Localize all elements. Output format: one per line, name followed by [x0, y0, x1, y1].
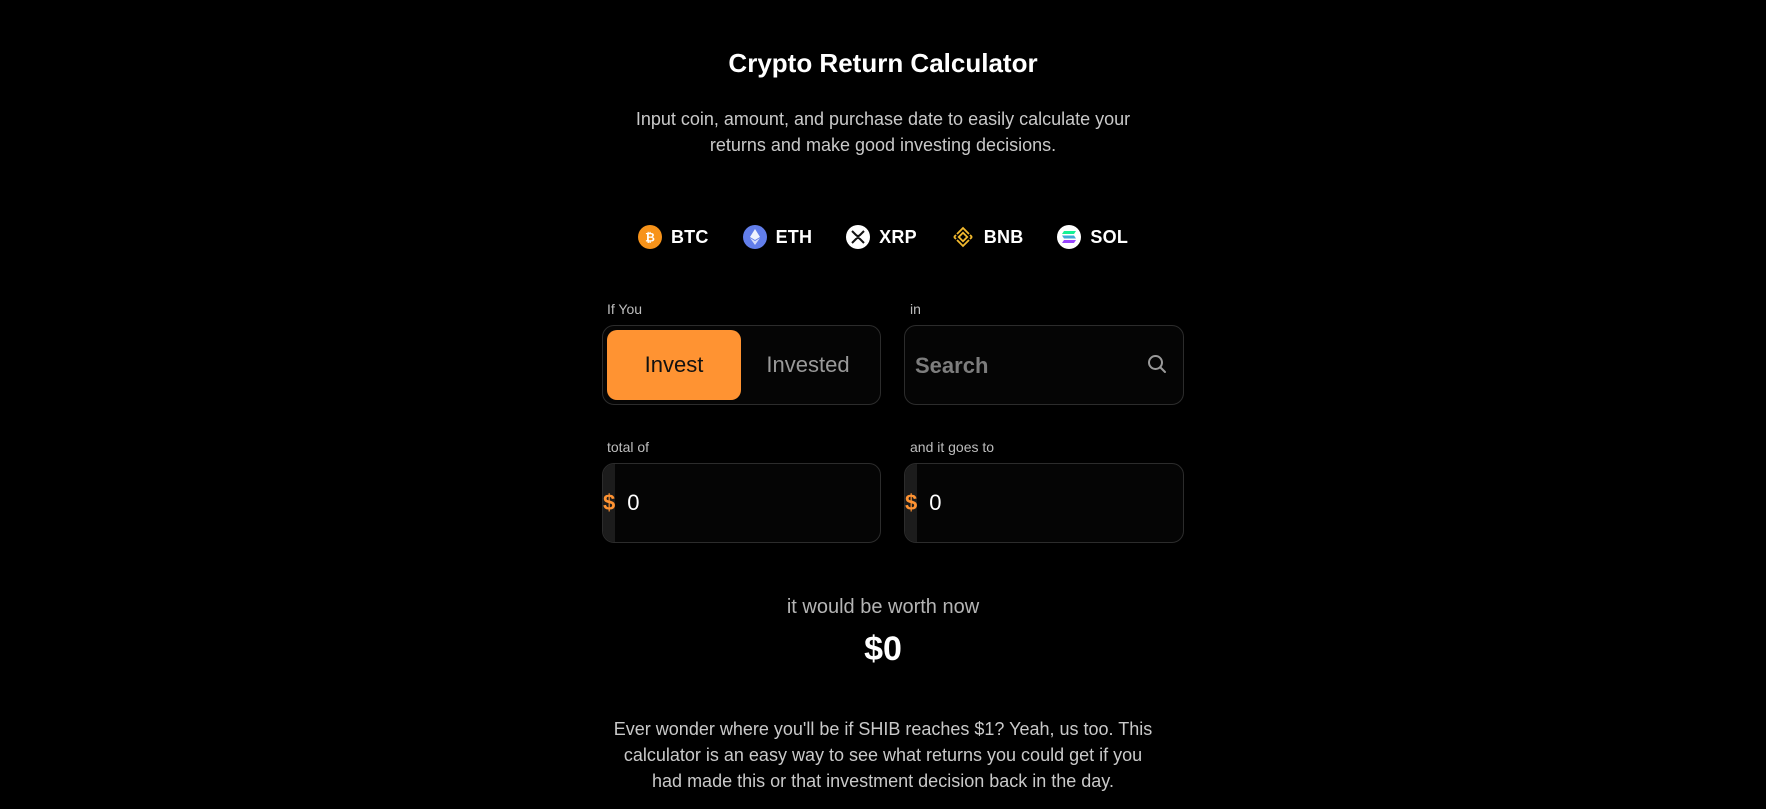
bitcoin-icon: ₿	[637, 225, 662, 249]
total-amount-input[interactable]	[615, 464, 880, 542]
total-amount-field: $	[602, 463, 881, 543]
coin-label: SOL	[1090, 226, 1129, 247]
target-price-field: $	[904, 463, 1184, 543]
coin-sol[interactable]: SOL	[1057, 225, 1128, 249]
description-text: Ever wonder where you'll be if SHIB reac…	[613, 719, 1153, 791]
coin-xrp[interactable]: XRP	[846, 225, 917, 249]
coin-eth[interactable]: ETH	[742, 225, 813, 249]
if-you-label: If You	[607, 301, 643, 317]
ethereum-icon	[742, 225, 767, 249]
bnb-icon	[951, 225, 975, 249]
target-price-input[interactable]	[917, 464, 1183, 542]
coin-label: XRP	[879, 226, 917, 247]
invest-button[interactable]: Invest	[607, 330, 741, 400]
coin-search-box	[904, 325, 1184, 406]
page-subtitle: Input coin, amount, and purchase date to…	[635, 109, 1131, 155]
coin-label: ETH	[775, 226, 813, 247]
goes-to-label: and it goes to	[910, 439, 995, 455]
search-icon[interactable]	[1147, 354, 1167, 379]
coin-btc[interactable]: ₿ BTC	[637, 225, 709, 249]
in-label: in	[910, 301, 921, 317]
invest-mode-toggle: Invest Invested	[602, 325, 881, 405]
invested-button[interactable]: Invested	[741, 330, 875, 400]
result-label: it would be worth now	[786, 596, 980, 618]
page-title: Crypto Return Calculator	[728, 48, 1038, 78]
coin-selector: ₿ BTC ETH XRP BNB SOL	[0, 225, 1766, 249]
currency-prefix: $	[905, 464, 918, 542]
svg-text:₿: ₿	[645, 231, 655, 245]
coin-bnb[interactable]: BNB	[951, 225, 1024, 249]
page: Crypto Return Calculator Input coin, amo…	[0, 0, 1766, 809]
coin-label: BNB	[983, 226, 1024, 247]
currency-prefix: $	[603, 464, 616, 542]
coin-label: BTC	[670, 226, 709, 247]
coin-search-input[interactable]	[913, 326, 1137, 406]
result-value: $0	[864, 630, 902, 668]
xrp-icon	[846, 225, 871, 249]
solana-icon	[1057, 225, 1082, 249]
total-of-label: total of	[607, 439, 650, 455]
